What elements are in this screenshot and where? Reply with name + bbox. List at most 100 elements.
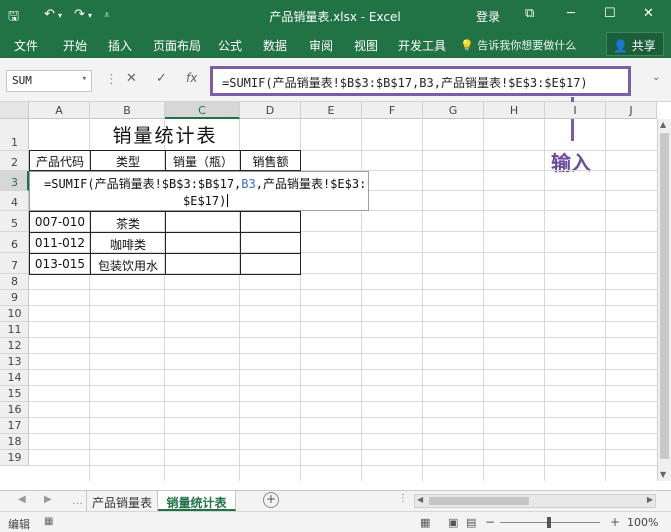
header-sales-volume[interactable]: 销量（瓶） xyxy=(165,150,241,171)
row-header-8[interactable]: 8 xyxy=(0,274,29,290)
name-box[interactable]: SUM ▾ xyxy=(6,70,92,92)
zoom-slider-handle[interactable] xyxy=(547,517,551,528)
page-layout-view-icon[interactable]: ▣ xyxy=(448,516,458,529)
row-header-10[interactable]: 10 xyxy=(0,306,29,322)
select-all-corner[interactable] xyxy=(0,102,29,119)
column-header-b[interactable]: B xyxy=(90,102,165,119)
name-box-dropdown-icon[interactable]: ▾ xyxy=(82,74,87,84)
vertical-scrollbar[interactable]: ▲ ▼ xyxy=(657,119,671,481)
normal-view-icon[interactable]: ▦ xyxy=(420,516,430,529)
close-icon[interactable]: ✕ xyxy=(643,6,654,21)
save-icon[interactable]: 🖫 xyxy=(8,7,19,29)
table-cell[interactable]: 包装饮用水 xyxy=(90,253,166,275)
undo-dropdown-icon[interactable]: ▾ xyxy=(58,11,62,20)
zoom-in-icon[interactable]: + xyxy=(610,515,620,529)
row-header-17[interactable]: 17 xyxy=(0,418,29,434)
sheet-tab-product-sales[interactable]: 产品销量表 xyxy=(86,491,158,511)
formula-input[interactable]: =SUMIF(产品销量表!$B$3:$B$17,B3,产品销量表!$E$3:$E… xyxy=(210,66,631,96)
row-header-11[interactable]: 11 xyxy=(0,322,29,338)
table-cell[interactable]: 007-010 xyxy=(29,211,91,233)
row-header-7[interactable]: 7 xyxy=(0,253,29,274)
row-header-16[interactable]: 16 xyxy=(0,402,29,418)
table-cell[interactable]: 011-012 xyxy=(29,232,91,254)
ribbon-display-options-icon[interactable]: ⧉ xyxy=(525,6,534,21)
horizontal-scroll-thumb[interactable] xyxy=(429,497,529,505)
row-header-6[interactable]: 6 xyxy=(0,232,29,253)
table-cell[interactable] xyxy=(165,253,241,275)
column-header-g[interactable]: G xyxy=(423,102,484,119)
table-cell[interactable] xyxy=(165,211,241,233)
header-sales-amount[interactable]: 销售额 xyxy=(240,150,301,171)
scroll-right-icon[interactable]: ▶ xyxy=(647,495,653,504)
undo-icon[interactable]: ↶ xyxy=(44,7,55,22)
header-product-code[interactable]: 产品代码 xyxy=(29,150,91,171)
row-header-18[interactable]: 18 xyxy=(0,434,29,450)
tab-view[interactable]: 视图 xyxy=(354,37,378,54)
enter-check-icon[interactable]: ✓ xyxy=(156,71,167,86)
tab-review[interactable]: 审阅 xyxy=(309,37,333,54)
add-sheet-icon[interactable]: + xyxy=(263,492,279,508)
table-cell[interactable] xyxy=(240,211,301,233)
row-header-5[interactable]: 5 xyxy=(0,211,29,232)
zoom-level[interactable]: 100% xyxy=(627,516,658,529)
share-button[interactable]: 👤 共享 xyxy=(606,32,664,56)
insert-function-icon[interactable]: fx xyxy=(186,71,197,85)
sheet-tab-sales-statistics[interactable]: 销量统计表 xyxy=(158,491,236,511)
row-header-12[interactable]: 12 xyxy=(0,338,29,354)
column-header-e[interactable]: E xyxy=(301,102,362,119)
row-header-1[interactable]: 1 xyxy=(0,119,29,151)
horizontal-scrollbar[interactable]: ◀ ▶ xyxy=(414,494,656,508)
header-type[interactable]: 类型 xyxy=(90,150,166,171)
tab-insert[interactable]: 插入 xyxy=(108,37,132,54)
expand-formula-bar-icon[interactable]: ⌄ xyxy=(652,72,660,83)
row-header-15[interactable]: 15 xyxy=(0,386,29,402)
row-header-3[interactable]: 3 xyxy=(0,171,29,191)
scroll-down-icon[interactable]: ▼ xyxy=(660,470,666,479)
row-header-2[interactable]: 2 xyxy=(0,151,29,171)
customize-quick-access-icon[interactable]: ⩡ xyxy=(104,10,110,21)
tab-page-layout[interactable]: 页面布局 xyxy=(153,37,201,54)
column-header-a[interactable]: A xyxy=(29,102,90,119)
table-cell[interactable] xyxy=(240,232,301,254)
row-header-19[interactable]: 19 xyxy=(0,450,29,466)
table-cell[interactable]: 咖啡类 xyxy=(90,232,166,254)
vertical-scroll-thumb[interactable] xyxy=(660,133,669,459)
tab-data[interactable]: 数据 xyxy=(263,37,287,54)
maximize-icon[interactable]: ☐ xyxy=(604,6,616,21)
table-cell[interactable] xyxy=(240,253,301,275)
minimize-icon[interactable]: ─ xyxy=(567,6,575,21)
row-header-13[interactable]: 13 xyxy=(0,354,29,370)
more-sheets-icon[interactable]: … xyxy=(72,494,83,507)
table-cell[interactable]: 013-015 xyxy=(29,253,91,275)
next-sheet-icon[interactable]: ▶ xyxy=(44,494,52,505)
column-header-d[interactable]: D xyxy=(240,102,301,119)
row-header-9[interactable]: 9 xyxy=(0,290,29,306)
tab-file[interactable]: 文件 xyxy=(14,37,38,54)
column-header-h[interactable]: H xyxy=(484,102,545,119)
row-header-14[interactable]: 14 xyxy=(0,370,29,386)
prev-sheet-icon[interactable]: ◀ xyxy=(18,494,26,505)
column-header-i[interactable]: I xyxy=(545,102,606,119)
tab-developer[interactable]: 开发工具 xyxy=(398,37,446,54)
row-header-4[interactable]: 4 xyxy=(0,191,29,211)
redo-dropdown-icon[interactable]: ▾ xyxy=(88,11,92,20)
scroll-left-icon[interactable]: ◀ xyxy=(417,495,423,504)
cancel-icon[interactable]: ✕ xyxy=(126,71,137,86)
worksheet-grid[interactable]: 销量统计表 产品代码 类型 销量（瓶） 销售额 =SUMIF(产品销量表!$B$… xyxy=(29,119,657,481)
tab-formulas[interactable]: 公式 xyxy=(218,37,242,54)
table-cell[interactable]: 茶类 xyxy=(90,211,166,233)
login-link[interactable]: 登录 xyxy=(476,8,500,25)
page-break-preview-icon[interactable]: ▤ xyxy=(466,516,476,529)
redo-icon[interactable]: ↷ xyxy=(74,7,85,22)
tell-me-search[interactable]: 💡 告诉我你想要做什么 xyxy=(460,37,576,53)
macro-record-icon[interactable]: ▦ xyxy=(44,516,53,527)
scroll-up-icon[interactable]: ▲ xyxy=(660,120,666,129)
table-cell[interactable] xyxy=(165,232,241,254)
column-header-c[interactable]: C xyxy=(165,102,240,119)
tab-home[interactable]: 开始 xyxy=(63,37,87,54)
tab-split-handle-icon[interactable]: ⋮ xyxy=(398,493,408,504)
column-header-f[interactable]: F xyxy=(362,102,423,119)
zoom-out-icon[interactable]: − xyxy=(485,515,495,529)
column-header-j[interactable]: J xyxy=(606,102,657,119)
editing-cell-c3[interactable]: =SUMIF(产品销量表!$B$3:$B$17,B3,产品销量表!$E$3: $… xyxy=(29,171,369,211)
